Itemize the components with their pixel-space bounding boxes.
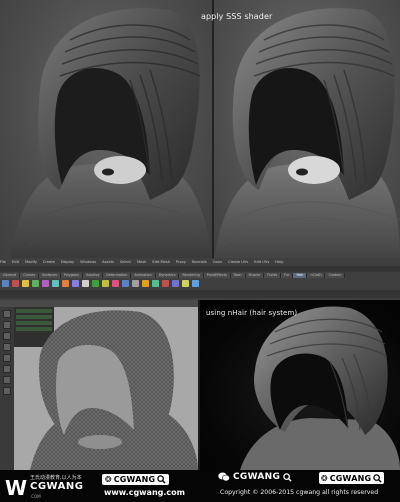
- menu-item[interactable]: Create: [43, 260, 55, 264]
- logo-letter: W: [5, 476, 27, 500]
- wechat-icon: [218, 472, 230, 482]
- search-icon: [373, 473, 382, 483]
- menu-item[interactable]: Help: [275, 260, 283, 264]
- menu-item[interactable]: Edit UVs: [254, 260, 269, 264]
- logo-domain-suffix: .COM: [30, 494, 41, 499]
- menu-item[interactable]: Mesh: [137, 260, 146, 264]
- caption-using-nhair: using nHair (hair system): [206, 309, 298, 317]
- shelf-tab[interactable]: Curves: [20, 273, 40, 278]
- footer-banner: W 王氏动漫教育,以人为本 CGWANG .COM ❂ CGWANG www.c…: [0, 470, 400, 502]
- shelf-tool-icon[interactable]: [102, 280, 109, 287]
- shelf-tab[interactable]: Rendering: [179, 273, 204, 278]
- shelf-tool-icon[interactable]: [132, 280, 139, 287]
- shelf-tab[interactable]: Hair: [293, 273, 308, 278]
- shelf-tool-icon[interactable]: [182, 280, 189, 287]
- shelf-tool-icon[interactable]: [22, 280, 29, 287]
- render-panel-bottom-right: [200, 300, 400, 470]
- hooded-figure-nhair-render: [240, 306, 400, 470]
- search-icon: [157, 475, 166, 484]
- shelf-tab[interactable]: PaintEffects: [203, 273, 231, 278]
- cgwang-logo[interactable]: W 王氏动漫教育,以人为本 CGWANG .COM: [3, 470, 103, 502]
- shelf-tab[interactable]: Deformation: [103, 273, 132, 278]
- menu-item[interactable]: Assets: [102, 260, 114, 264]
- shelf-tool-icon[interactable]: [142, 280, 149, 287]
- shelf-tool-icon[interactable]: [152, 280, 159, 287]
- menu-item[interactable]: Select: [120, 260, 131, 264]
- shelf-icon-row: [2, 280, 199, 288]
- shelf-tool-icon[interactable]: [12, 280, 19, 287]
- shelf-tool-icon[interactable]: [172, 280, 179, 287]
- menu-item[interactable]: Edit Mesh: [152, 260, 170, 264]
- site-url-link[interactable]: www.cgwang.com: [104, 488, 185, 497]
- hooded-figure-sss-render: [214, 8, 400, 258]
- menu-item[interactable]: Edit: [12, 260, 19, 264]
- wechat-name: CGWANG: [233, 472, 281, 482]
- main-menu-bar: File Edit Modify Create Display Windows Assets…: [0, 259, 400, 265]
- search-badge-right[interactable]: ❂ CGWANG: [319, 472, 385, 484]
- shelf-tool-icon[interactable]: [72, 280, 79, 287]
- shelf-tab[interactable]: nCloth: [307, 273, 326, 278]
- shelf-tab[interactable]: Fluids: [264, 273, 282, 278]
- shelf-tool-icon[interactable]: [2, 280, 9, 287]
- paw-icon: ❂: [105, 475, 112, 484]
- search-icon: [283, 472, 292, 482]
- copyright-text: Copyright © 2006-2015 cgwang all rights …: [220, 489, 379, 496]
- wechat-badge[interactable]: CGWANG: [218, 472, 292, 482]
- menu-item[interactable]: Normals: [192, 260, 207, 264]
- status-line: [0, 266, 400, 272]
- shelf-tab[interactable]: Animation: [131, 273, 156, 278]
- menu-item[interactable]: Modify: [25, 260, 37, 264]
- shelf-tab[interactable]: Custom: [325, 273, 346, 278]
- shelf-tab[interactable]: Polygons: [60, 273, 83, 278]
- maya-menu-area: File Edit Modify Create Display Windows Assets…: [0, 258, 400, 300]
- search-badge-label: CGWANG: [113, 475, 156, 484]
- search-badge-label: CGWANG: [329, 473, 372, 483]
- shelf-tool-icon[interactable]: [62, 280, 69, 287]
- logo-slogan: 王氏动漫教育,以人为本: [30, 475, 82, 481]
- caption-apply-sss-shader: apply SSS shader: [201, 12, 273, 21]
- shelf-tab[interactable]: Dynamics: [155, 273, 180, 278]
- shelf-tab-bar: General Curves Surfaces Polygons Subdivs Defo…: [0, 273, 400, 278]
- tool-options-bar: [0, 290, 400, 298]
- menu-item[interactable]: Display: [61, 260, 74, 264]
- logo-name: CGWANG: [30, 481, 84, 492]
- shelf-tool-icon[interactable]: [122, 280, 129, 287]
- shelf-tool-icon[interactable]: [82, 280, 89, 287]
- maya-viewport[interactable]: [0, 300, 198, 470]
- shelf-tool-icon[interactable]: [42, 280, 49, 287]
- render-panel-top-left: [0, 0, 212, 258]
- shelf-tab[interactable]: Subdivs: [82, 273, 104, 278]
- menu-item[interactable]: Create UVs: [228, 260, 248, 264]
- shelf-tool-icon[interactable]: [112, 280, 119, 287]
- shelf-tool-icon[interactable]: [52, 280, 59, 287]
- render-panel-top-right: [214, 0, 400, 258]
- shelf-tab[interactable]: Fur: [281, 273, 294, 278]
- shelf-tab[interactable]: Toon: [230, 273, 246, 278]
- shelf-tool-icon[interactable]: [192, 280, 199, 287]
- menu-item[interactable]: Color: [213, 260, 222, 264]
- shelf-tab[interactable]: Muscle: [245, 273, 265, 278]
- search-badge-left[interactable]: ❂ CGWANG: [102, 474, 170, 485]
- hooded-figure-render: [10, 8, 212, 258]
- shelf-tab[interactable]: General: [0, 273, 21, 278]
- shelf-tab[interactable]: Surfaces: [39, 273, 61, 278]
- menu-item[interactable]: File: [0, 260, 6, 264]
- shelf-tool-icon[interactable]: [92, 280, 99, 287]
- menu-item[interactable]: Windows: [80, 260, 96, 264]
- shelf-tool-icon[interactable]: [162, 280, 169, 287]
- shelf-tool-icon[interactable]: [32, 280, 39, 287]
- paw-icon: ❂: [321, 473, 328, 483]
- viewport-hood-model: [30, 310, 198, 470]
- menu-item[interactable]: Proxy: [176, 260, 186, 264]
